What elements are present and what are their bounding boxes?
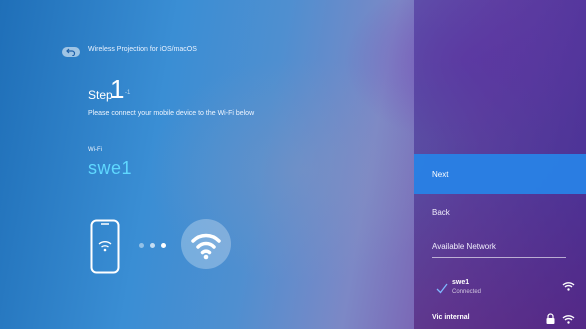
network-name[interactable]: Vic internal [432, 314, 470, 321]
phone-icon [90, 219, 120, 274]
progress-dot [161, 243, 166, 248]
checkmark-icon [436, 283, 448, 294]
step-substep: -1 [125, 90, 131, 96]
progress-dot [139, 243, 144, 248]
instruction-text: Please connect your mobile device to the… [88, 110, 255, 117]
next-button[interactable]: Next [414, 154, 586, 194]
back-button[interactable]: Back [432, 208, 450, 217]
wifi-icon [181, 219, 231, 269]
back-arrow-icon[interactable] [62, 47, 80, 57]
network-status: Connected [452, 289, 482, 295]
progress-dot [150, 243, 155, 248]
next-button-label: Next [432, 169, 449, 179]
step-label: Step [88, 88, 113, 102]
wifi-label: Wi-Fi [88, 147, 102, 153]
wifi-ssid: swe1 [88, 158, 133, 178]
step-number: 1 [110, 74, 125, 104]
lock-icon [546, 313, 555, 324]
divider [432, 257, 566, 258]
network-name[interactable]: swe1 [452, 279, 469, 286]
wifi-signal-icon [562, 282, 575, 291]
page-title: Wireless Projection for iOS/macOS [88, 46, 197, 53]
available-network-heading: Available Network [432, 242, 496, 251]
wifi-signal-icon [562, 315, 575, 324]
